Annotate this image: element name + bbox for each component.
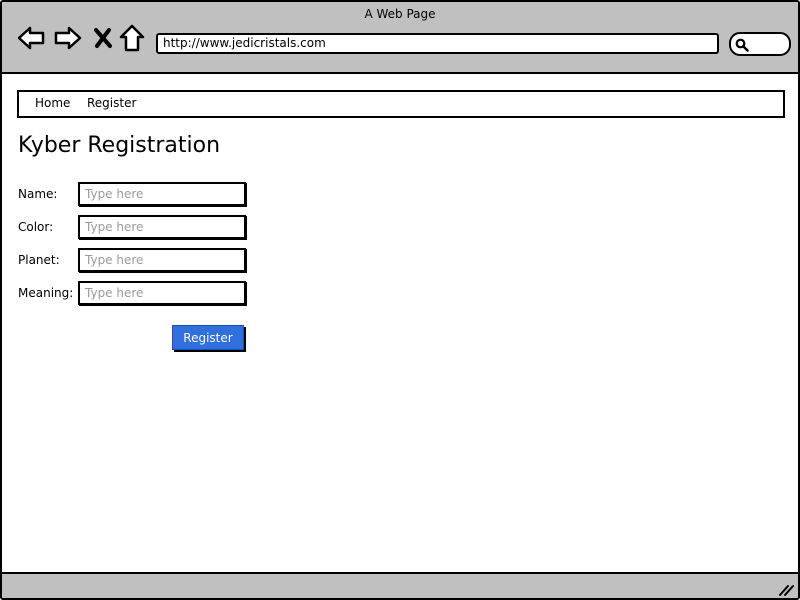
resize-grip-icon[interactable]: [778, 583, 794, 597]
status-bar: [2, 572, 798, 598]
search-icon: [735, 38, 749, 52]
close-icon[interactable]: [88, 24, 118, 52]
color-field[interactable]: Type here: [78, 215, 246, 239]
browser-window: A Web Page http://www.jedicristals.com H…: [0, 0, 800, 600]
menu-item-home[interactable]: Home: [35, 96, 70, 110]
name-label: Name:: [18, 187, 58, 201]
color-label: Color:: [18, 220, 54, 234]
name-field[interactable]: Type here: [78, 182, 246, 206]
meaning-label: Meaning:: [18, 286, 74, 300]
home-icon[interactable]: [117, 24, 147, 52]
planet-field[interactable]: Type here: [78, 248, 246, 272]
planet-label: Planet:: [18, 253, 60, 267]
nav-menu: Home Register: [17, 90, 785, 118]
page-title: Kyber Registration: [18, 133, 221, 158]
menu-item-register[interactable]: Register: [87, 96, 136, 110]
meaning-field[interactable]: Type here: [78, 281, 246, 305]
browser-toolbar: A Web Page http://www.jedicristals.com: [2, 2, 798, 74]
address-bar[interactable]: http://www.jedicristals.com: [156, 33, 719, 54]
register-button[interactable]: Register: [172, 325, 244, 350]
window-title: A Web Page: [364, 7, 436, 21]
browser-search-box[interactable]: [729, 32, 791, 56]
back-icon[interactable]: [16, 24, 46, 52]
forward-icon[interactable]: [53, 24, 83, 52]
